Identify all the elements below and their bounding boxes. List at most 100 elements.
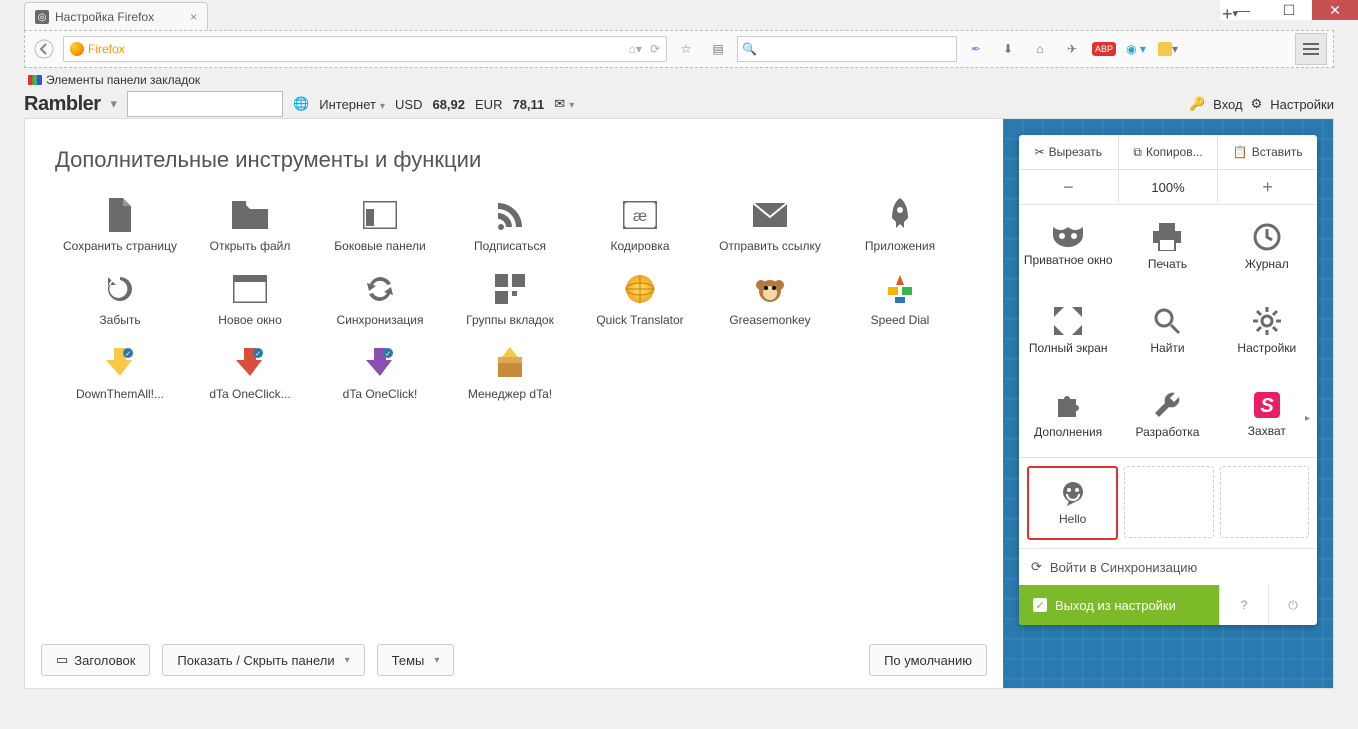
tool-tabgroups[interactable]: Группы вкладок <box>445 271 575 327</box>
tool-rss[interactable]: Подписаться <box>445 197 575 253</box>
tool-label: Забыть <box>99 313 140 327</box>
drop-slot-1[interactable] <box>1124 466 1213 538</box>
dta-red-icon: ✓ <box>232 345 268 381</box>
zoom-out-button[interactable]: − <box>1019 170 1119 204</box>
tool-rocket[interactable]: Приложения <box>835 197 965 253</box>
tool-encoding[interactable]: æКодировка <box>575 197 705 253</box>
back-button[interactable] <box>31 36 57 62</box>
panel-item-print[interactable]: Печать <box>1118 205 1217 289</box>
tab-active[interactable]: ◎ Настройка Firefox × <box>24 2 208 31</box>
restore-defaults-button[interactable]: По умолчанию <box>869 644 987 676</box>
panel-item-puzzle[interactable]: Дополнения <box>1019 373 1118 457</box>
nav-toolbar: Firefox ⌂▾ ⟳ ☆ ▤ 🔍 ✒ ⬇ ⌂ ✈ ABP ◉ ▾ ▾ <box>24 30 1334 68</box>
tool-dta-purple[interactable]: ✓dTa OneClick! <box>315 345 445 401</box>
bookmark-star-button[interactable]: ☆ <box>673 36 699 62</box>
encoding-icon: æ <box>622 197 658 233</box>
rambler-settings-link[interactable]: Настройки <box>1270 97 1334 112</box>
home-dropdown-icon[interactable]: ⌂▾ <box>629 42 642 56</box>
dta-yellow-icon: ✓ <box>102 345 138 381</box>
power-button[interactable]: ⏻ <box>1268 585 1317 625</box>
tool-dta-box[interactable]: Менеджер dTa! <box>445 345 575 401</box>
reload-button[interactable]: ⟳ <box>650 42 660 56</box>
panel-item-label: Журнал <box>1245 257 1289 271</box>
usd-value: 68,92 <box>432 97 465 112</box>
drop-slot-label: Hello <box>1059 512 1086 526</box>
window-icon <box>232 271 268 307</box>
window-close-button[interactable]: ✕ <box>1312 0 1358 20</box>
yellow-ext-button[interactable]: ▾ <box>1155 36 1181 62</box>
feather-icon[interactable]: ✒ <box>963 36 989 62</box>
tool-speeddial[interactable]: Speed Dial <box>835 271 965 327</box>
tab-close-icon[interactable]: × <box>190 10 197 24</box>
footer-bar: ▭Заголовок Показать / Скрыть панели Темы… <box>41 644 987 676</box>
tool-label: Синхронизация <box>337 313 424 327</box>
help-button[interactable]: ? <box>1219 585 1268 625</box>
tool-label: Сохранить страницу <box>63 239 177 253</box>
panel-item-search[interactable]: Найти <box>1118 289 1217 373</box>
titlebar-toggle-button[interactable]: ▭Заголовок <box>41 644 150 676</box>
themes-button[interactable]: Темы <box>377 644 455 676</box>
show-hide-panels-button[interactable]: Показать / Скрыть панели <box>162 644 364 676</box>
folder-icon <box>232 197 268 233</box>
drop-slot-2[interactable] <box>1220 466 1309 538</box>
rambler-search-input[interactable] <box>127 91 283 117</box>
tool-dta-red[interactable]: ✓dTa OneClick... <box>185 345 315 401</box>
sidepanel-icon <box>362 197 398 233</box>
new-tab-button[interactable]: +▾ <box>1222 4 1238 25</box>
downloads-button[interactable]: ⬇ <box>995 36 1021 62</box>
zoom-in-button[interactable]: + <box>1218 170 1317 204</box>
panel-item-capture[interactable]: SЗахват▸ <box>1218 373 1317 457</box>
window-maximize-button[interactable]: ☐ <box>1266 0 1312 20</box>
send-button[interactable]: ✈ <box>1059 36 1085 62</box>
abp-button[interactable]: ABP <box>1091 36 1117 62</box>
rss-icon <box>492 197 528 233</box>
sync-signin-button[interactable]: ⟳ Войти в Синхронизацию <box>1019 548 1317 585</box>
tool-globe[interactable]: Quick Translator <box>575 271 705 327</box>
chevron-right-icon: ▸ <box>1305 413 1310 424</box>
tool-folder[interactable]: Открыть файл <box>185 197 315 253</box>
zoom-value[interactable]: 100% <box>1119 170 1219 204</box>
panel-item-wrench[interactable]: Разработка <box>1118 373 1217 457</box>
svg-text:✓: ✓ <box>255 351 261 358</box>
rambler-internet-menu[interactable]: Интернет <box>319 97 385 112</box>
panel-item-fullscreen[interactable]: Полный экран <box>1019 289 1118 373</box>
reader-button[interactable]: ▤ <box>705 36 731 62</box>
bookmarks-label[interactable]: Элементы панели закладок <box>46 73 200 87</box>
url-bar[interactable]: Firefox ⌂▾ ⟳ <box>63 36 667 62</box>
tab-icon: ◎ <box>35 10 49 24</box>
home-button[interactable]: ⌂ <box>1027 36 1053 62</box>
copy-button[interactable]: ⧉Копиров... <box>1119 135 1219 169</box>
rambler-login-link[interactable]: Вход <box>1213 97 1242 112</box>
file-icon <box>102 197 138 233</box>
tool-dta-yellow[interactable]: ✓DownThemAll!... <box>55 345 185 401</box>
tool-mail[interactable]: Отправить ссылку <box>705 197 835 253</box>
tool-sidepanel[interactable]: Боковые панели <box>315 197 445 253</box>
tab-title: Настройка Firefox <box>55 10 154 24</box>
panel-item-gear[interactable]: Настройки <box>1218 289 1317 373</box>
cut-button[interactable]: ✂Вырезать <box>1019 135 1119 169</box>
panel-item-mask[interactable]: Приватное окно <box>1019 205 1118 289</box>
tool-forget[interactable]: Забыть <box>55 271 185 327</box>
hamburger-menu-button[interactable] <box>1295 33 1327 65</box>
titlebar-icon: ▭ <box>56 652 68 668</box>
puzzle-icon <box>1054 391 1082 419</box>
print-icon <box>1153 223 1181 251</box>
search-icon: 🔍 <box>742 42 757 56</box>
tool-monkey[interactable]: Greasemonkey <box>705 271 835 327</box>
circle-ext-button[interactable]: ◉ ▾ <box>1123 36 1149 62</box>
search-bar[interactable]: 🔍 <box>737 36 957 62</box>
panel-item-clock[interactable]: Журнал <box>1218 205 1317 289</box>
rambler-logo[interactable]: Rambler <box>24 93 101 116</box>
paste-button[interactable]: 📋Вставить <box>1218 135 1317 169</box>
tool-file[interactable]: Сохранить страницу <box>55 197 185 253</box>
globe-icon: 🌐 <box>293 96 309 112</box>
exit-customize-button[interactable]: ✓ Выход из настройки <box>1019 585 1219 625</box>
tool-window[interactable]: Новое окно <box>185 271 315 327</box>
globe-icon <box>622 271 658 307</box>
mail-dropdown-icon[interactable]: ✉ <box>554 96 574 112</box>
drop-slot-0[interactable]: Hello <box>1027 466 1118 540</box>
rambler-dropdown-icon[interactable]: ▾ <box>111 96 118 112</box>
mail-icon <box>752 197 788 233</box>
tool-sync[interactable]: Синхронизация <box>315 271 445 327</box>
page-title: Дополнительные инструменты и функции <box>55 147 973 173</box>
